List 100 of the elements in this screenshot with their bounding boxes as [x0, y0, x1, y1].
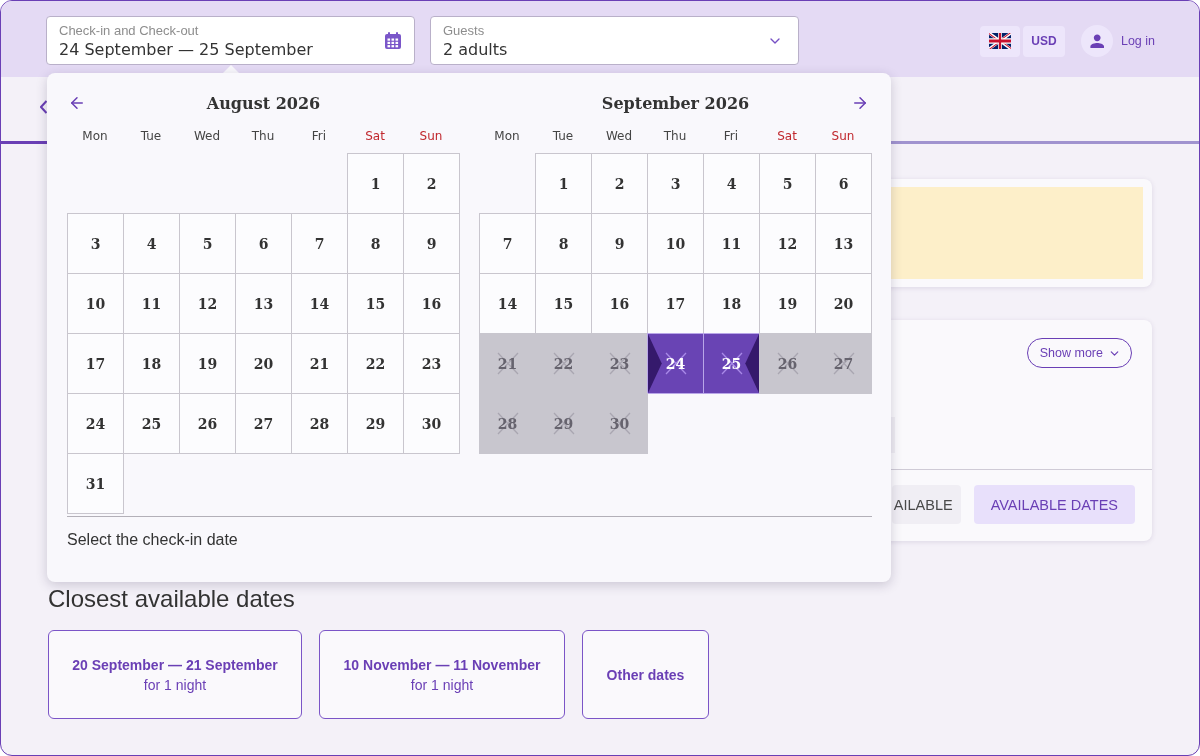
cross-icon [721, 352, 743, 375]
day-cell[interactable]: 10 [647, 213, 704, 274]
day-cell[interactable]: 27 [235, 393, 292, 454]
chevron-left-icon[interactable] [40, 100, 47, 114]
day-cell[interactable]: 21 [291, 333, 348, 394]
day-cell[interactable]: 4 [703, 153, 760, 214]
day-cell[interactable]: 6 [815, 153, 872, 214]
day-cell[interactable]: 14 [291, 273, 348, 334]
day-cell[interactable]: 25 [703, 333, 760, 394]
text-button[interactable]: AILABLE [891, 485, 961, 524]
day-cell[interactable]: 13 [815, 213, 872, 274]
weekday-label: Wed [193, 128, 221, 145]
day-cell[interactable]: 11 [703, 213, 760, 274]
day-cell[interactable]: 3 [647, 153, 704, 214]
day-cell[interactable]: 25 [123, 393, 180, 454]
day-cell[interactable]: 9 [591, 213, 648, 274]
text-button[interactable]: AVAILABLE DATES [973, 485, 1135, 524]
day-cell[interactable]: 20 [235, 333, 292, 394]
day-cell[interactable]: 17 [67, 333, 124, 394]
weekday-label: Sun [831, 128, 855, 145]
day-cell[interactable]: 6 [235, 213, 292, 274]
day-cell[interactable]: 5 [179, 213, 236, 274]
arrow-right-icon[interactable] [851, 94, 869, 112]
day-cell[interactable]: 16 [591, 273, 648, 334]
flag-icon [988, 33, 1011, 49]
field-label: Guests [443, 23, 485, 39]
weekday-label: Thu [663, 128, 687, 145]
guests-field[interactable]: Guests 2 adults [430, 16, 799, 65]
cross-icon [609, 412, 631, 435]
day-cell[interactable]: 20 [815, 273, 872, 334]
day-cell[interactable]: 18 [703, 273, 760, 334]
weekday-label: Mon [82, 128, 108, 145]
day-cell[interactable]: 7 [479, 213, 536, 274]
day-cell[interactable]: 14 [479, 273, 536, 334]
day-cell[interactable]: 26 [179, 393, 236, 454]
day-cell[interactable]: 30 [403, 393, 460, 454]
day-cell[interactable]: 15 [347, 273, 404, 334]
day-cell[interactable]: 1 [535, 153, 592, 214]
day-cell[interactable]: 1 [347, 153, 404, 214]
day-cell[interactable]: 10 [67, 273, 124, 334]
day-cell[interactable]: 19 [759, 273, 816, 334]
cross-icon [553, 352, 575, 375]
day-cell[interactable]: 2 [591, 153, 648, 214]
section-heading: Closest available dates [48, 585, 295, 613]
month-title: September 2026 [601, 93, 750, 113]
day-cell[interactable]: 15 [535, 273, 592, 334]
day-cell[interactable]: 19 [179, 333, 236, 394]
cross-icon [665, 352, 687, 375]
day-cell[interactable]: 3 [67, 213, 124, 274]
hint-text: Select the check-in date [67, 531, 238, 548]
day-cell[interactable]: 18 [123, 333, 180, 394]
day-cell[interactable]: 16 [403, 273, 460, 334]
day-cell[interactable]: 28 [291, 393, 348, 454]
day-cell[interactable]: 8 [535, 213, 592, 274]
cross-icon [497, 352, 519, 375]
weekday-label: Fri [311, 128, 327, 145]
day-cell[interactable]: 24 [67, 393, 124, 454]
day-cell[interactable]: 24 [647, 333, 704, 394]
day-cell[interactable]: 11 [123, 273, 180, 334]
day-cell[interactable]: 13 [235, 273, 292, 334]
cross-icon [553, 412, 575, 435]
day-cell[interactable]: 12 [759, 213, 816, 274]
weekday-label: Wed [605, 128, 633, 145]
day-cell[interactable]: 7 [291, 213, 348, 274]
month-title: August 2026 [206, 93, 321, 113]
weekday-label: Tue [140, 128, 162, 145]
language-button[interactable] [979, 25, 1020, 57]
login-link[interactable]: Log in [1120, 34, 1155, 48]
user-icon[interactable] [1080, 25, 1113, 57]
weekday-label: Sat [365, 128, 385, 145]
cross-icon [497, 412, 519, 435]
weekday-label: Mon [494, 128, 520, 145]
calendar-icon [385, 32, 401, 49]
currency-button[interactable]: USD [1022, 25, 1065, 57]
weekday-label: Tue [552, 128, 574, 145]
cross-icon [777, 352, 799, 375]
day-cell[interactable]: 12 [179, 273, 236, 334]
field-value: 2 adults [443, 40, 508, 60]
date-range-field[interactable]: Check-in and Check-out 24 September — 25 September [46, 16, 415, 65]
day-cell[interactable]: 2 [403, 153, 460, 214]
day-cell[interactable]: 22 [347, 333, 404, 394]
day-cell[interactable]: 9 [403, 213, 460, 274]
field-label: Check-in and Check-out [59, 23, 199, 39]
field-value: 24 September — 25 September [59, 40, 313, 60]
day-cell[interactable]: 4 [123, 213, 180, 274]
day-cell[interactable]: 29 [347, 393, 404, 454]
day-cell[interactable]: 17 [647, 273, 704, 334]
day-cell[interactable]: 5 [759, 153, 816, 214]
weekday-label: Sun [419, 128, 443, 145]
date-option-button[interactable]: 10 November — 11 November for 1 night [319, 630, 565, 719]
weekday-label: Sat [777, 128, 797, 145]
date-option-button[interactable]: 20 September — 21 September for 1 night [48, 630, 302, 719]
day-cell[interactable]: 23 [403, 333, 460, 394]
day-cell[interactable]: 8 [347, 213, 404, 274]
cross-icon [609, 352, 631, 375]
weekday-label: Fri [723, 128, 739, 145]
day-cell[interactable]: 31 [67, 453, 124, 514]
date-option-button[interactable]: Other dates [582, 630, 709, 719]
cross-icon [833, 352, 855, 375]
weekday-label: Thu [251, 128, 275, 145]
